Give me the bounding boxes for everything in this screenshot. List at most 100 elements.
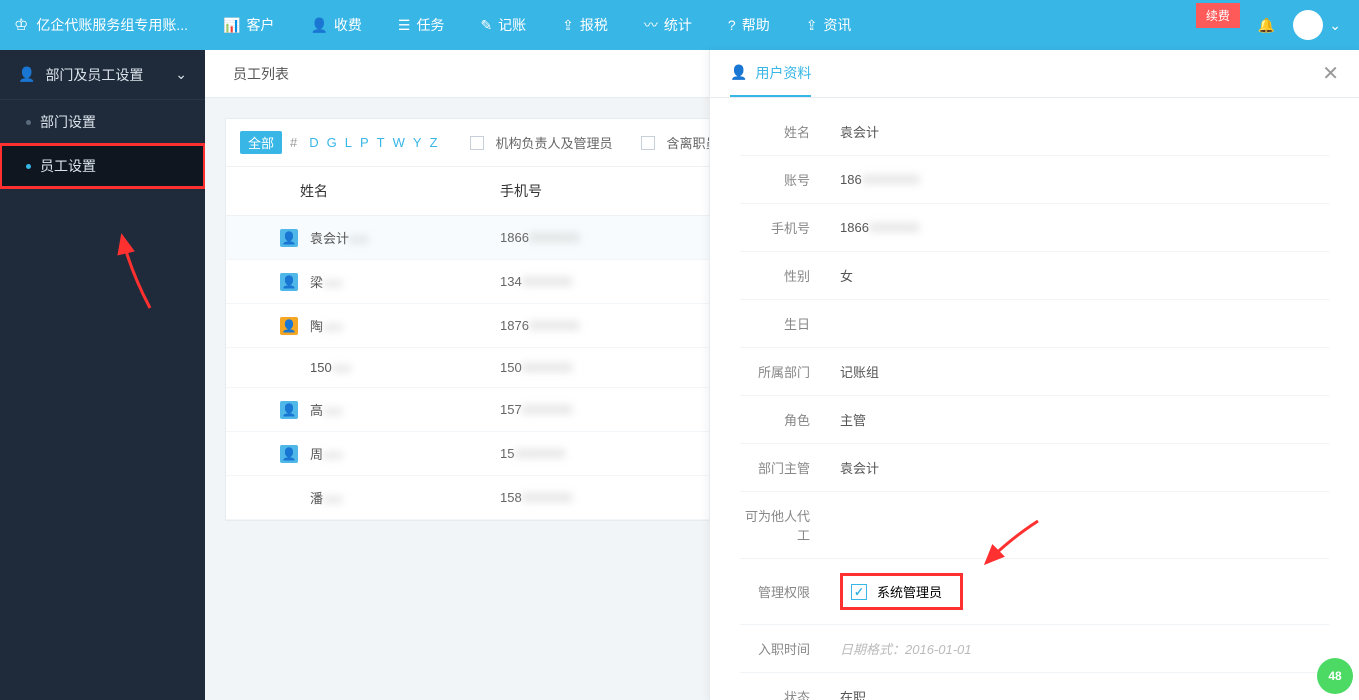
filter-letter-G[interactable]: G [323, 135, 341, 150]
filter-letter-W[interactable]: W [389, 135, 409, 150]
checkbox-departed[interactable] [641, 136, 655, 150]
chevron-down-icon: ⌄ [175, 66, 187, 83]
checkbox-sysadmin[interactable]: ✓ [851, 584, 867, 600]
person-icon: 👤 [280, 445, 298, 463]
field-birthday: 生日 [740, 300, 1329, 348]
checkbox-admins[interactable] [470, 136, 484, 150]
cell-phone: 18760000000 [500, 318, 580, 333]
nav-label: 资讯 [823, 15, 851, 35]
cell-phone: 1580000000 [500, 490, 572, 505]
field-account: 账号18600000000 [740, 156, 1329, 204]
sidebar-item-label: 部门设置 [40, 112, 96, 132]
nav-label: 记账 [498, 15, 526, 35]
nav-icon: 👤 [310, 17, 327, 34]
filter-admins-label: 机构负责人及管理员 [496, 133, 613, 152]
cell-name: 周xxx [310, 444, 500, 463]
cell-name: 梁xxx [310, 272, 500, 291]
user-menu[interactable]: ⌄ [1293, 10, 1341, 40]
field-proxy: 可为他人代工 [740, 492, 1329, 559]
perm-label: 系统管理员 [877, 582, 942, 601]
nav-icon: 〰 [644, 15, 658, 35]
person-icon: 👤 [18, 66, 35, 83]
sidebar-item-staff[interactable]: 员工设置 [0, 144, 205, 188]
sidebar-item-dept[interactable]: 部门设置 [0, 100, 205, 144]
nav-label: 帮助 [742, 15, 770, 35]
person-icon: 👤 [280, 401, 298, 419]
float-button[interactable]: 48 [1317, 658, 1353, 694]
chevron-down-icon: ⌄ [1329, 17, 1341, 34]
cell-phone: 150000000 [500, 446, 565, 461]
crown-icon: ♔ [14, 15, 28, 35]
filter-all[interactable]: 全部 [240, 131, 282, 154]
nav-item-0[interactable]: 📊 客户 [205, 0, 292, 50]
brand-text: 亿企代账服务组专用账... [36, 15, 188, 35]
cell-phone: 1500000000 [500, 360, 572, 375]
field-role: 角色主管 [740, 396, 1329, 444]
cell-phone: 1340000000 [500, 274, 572, 289]
person-icon: 👤 [280, 229, 298, 247]
admin-checkbox-highlight: ✓ 系统管理员 [840, 573, 963, 610]
nav-label: 收费 [334, 15, 362, 35]
sidebar-group[interactable]: 👤 部门及员工设置 ⌄ [0, 50, 205, 100]
cell-name: 高xxx [310, 400, 500, 419]
nav-item-7[interactable]: ⇪资讯 [788, 0, 870, 50]
dot-icon [26, 164, 31, 169]
nav-item-5[interactable]: 〰统计 [626, 0, 710, 50]
filter-letter-Y[interactable]: Y [409, 135, 426, 150]
filter-letter-P[interactable]: P [356, 135, 373, 150]
nav-label: 任务 [416, 15, 444, 35]
dot-icon [26, 120, 31, 125]
annotation-arrow-icon [100, 230, 160, 310]
drawer-tab-profile[interactable]: 👤 用户资料 [730, 63, 811, 97]
drawer-body: 姓名袁会计 账号18600000000 手机号18660000000 性别女 生… [710, 98, 1359, 700]
nav-item-4[interactable]: ⇪ 报税 [544, 0, 626, 50]
person-icon: 👤 [280, 317, 298, 335]
brand: ♔ 亿企代账服务组专用账... [0, 15, 205, 35]
nav-icon: ? [728, 17, 736, 33]
th-name: 姓名 [240, 181, 500, 201]
field-manager: 部门主管袁会计 [740, 444, 1329, 492]
close-icon[interactable]: ✕ [1322, 61, 1339, 86]
cell-name: 潘xxx [310, 488, 500, 507]
nav-right: 续费 🔔 ⌄ [1196, 10, 1359, 40]
cell-phone: 1570000000 [500, 402, 572, 417]
field-permission: 管理权限 ✓ 系统管理员 [740, 559, 1329, 625]
cell-name: 150xxx [310, 360, 500, 375]
filter-letter-T[interactable]: T [373, 135, 389, 150]
main: 员工列表 全部 # DGLPTWYZ 机构负责人及管理员 含离职员 姓名 手机号… [205, 50, 1359, 700]
tab-staff-list[interactable]: 员工列表 [233, 64, 289, 84]
field-hiredate: 入职时间日期格式：2016-01-01 [740, 625, 1329, 673]
field-name: 姓名袁会计 [740, 108, 1329, 156]
sidebar: 👤 部门及员工设置 ⌄ 部门设置 员工设置 [0, 50, 205, 700]
field-department: 所属部门记账组 [740, 348, 1329, 396]
cell-phone: 18660000000 [500, 230, 580, 245]
filter-letter-Z[interactable]: Z [426, 135, 442, 150]
user-detail-drawer: 👤 用户资料 ✕ 姓名袁会计 账号18600000000 手机号18660000… [709, 50, 1359, 700]
sidebar-item-label: 员工设置 [40, 156, 96, 176]
nav-icon: ☰ [398, 17, 411, 34]
filter-letter-D[interactable]: D [305, 135, 322, 150]
renew-badge[interactable]: 续费 [1196, 3, 1240, 28]
nav-icon: ⇪ [562, 17, 574, 34]
drawer-title: 用户资料 [755, 63, 811, 83]
nav-icon: 📊 [223, 17, 240, 34]
person-icon: 👤 [280, 273, 298, 291]
filter-hash[interactable]: # [290, 135, 297, 150]
avatar [1293, 10, 1323, 40]
filter-letter-L[interactable]: L [341, 135, 356, 150]
nav-item-3[interactable]: ✎记账 [462, 0, 544, 50]
cell-name: 袁会计xxx [310, 228, 500, 247]
nav-item-6[interactable]: ? 帮助 [710, 0, 788, 50]
field-phone: 手机号18660000000 [740, 204, 1329, 252]
sidebar-group-label: 部门及员工设置 [45, 65, 143, 85]
nav-label: 统计 [664, 15, 692, 35]
top-nav: ♔ 亿企代账服务组专用账... 📊客户👤收费☰任务✎记账⇪报税〰统计?帮助⇪资讯… [0, 0, 1359, 50]
cell-name: 陶xxx [310, 316, 500, 335]
nav-item-2[interactable]: ☰ 任务 [380, 0, 463, 50]
bell-icon[interactable]: 🔔 [1258, 17, 1275, 34]
nav-item-1[interactable]: 👤 收费 [292, 0, 379, 50]
nav-label: 客户 [246, 15, 274, 35]
nav-label: 报税 [580, 15, 608, 35]
drawer-header: 👤 用户资料 ✕ [710, 50, 1359, 98]
nav-items: 📊客户👤收费☰任务✎记账⇪报税〰统计?帮助⇪资讯 [205, 0, 869, 50]
